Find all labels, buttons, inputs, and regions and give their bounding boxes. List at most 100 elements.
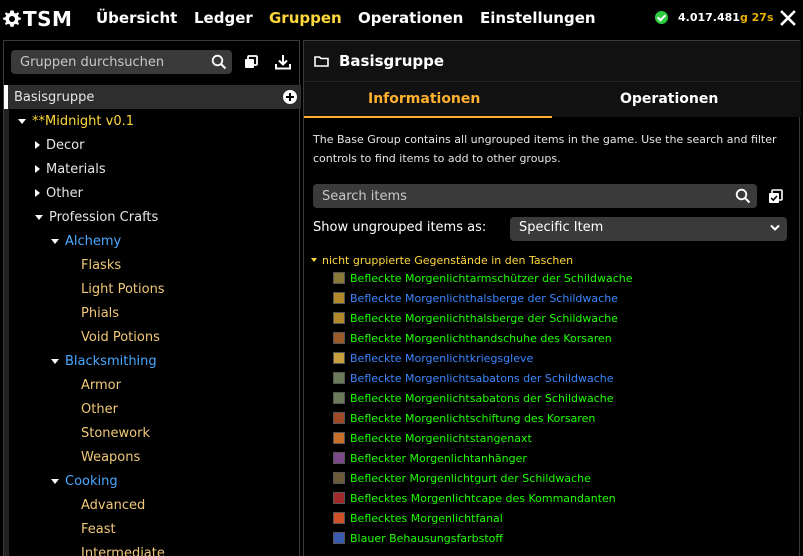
tree-row[interactable]: Intermediate <box>4 541 301 556</box>
tree-rail <box>4 493 9 517</box>
search-icon[interactable] <box>211 54 227 70</box>
item-row[interactable]: Befleckte Morgenlichtsabatons der Schild… <box>333 389 614 407</box>
tree-row[interactable]: Decor <box>4 133 301 157</box>
item-row[interactable]: Befleckte Morgenlichtstangenaxt <box>333 429 532 447</box>
group-search-box[interactable] <box>11 50 232 74</box>
close-icon[interactable] <box>780 9 796 27</box>
item-name: Befleckte Morgenlichtkriegsgleve <box>350 351 534 365</box>
tree-label: Materials <box>46 161 106 177</box>
logo-text: TSM <box>23 7 73 31</box>
check-circle-icon <box>655 11 668 24</box>
item-search-box[interactable] <box>313 184 757 208</box>
item-name: Befleckte Morgenlichtarmschützer der Sch… <box>350 271 633 285</box>
item-row[interactable]: Beflecktes Morgenlichtfanal <box>333 509 503 527</box>
tree-row[interactable]: Profession Crafts <box>4 205 301 229</box>
search-icon[interactable] <box>735 188 751 204</box>
ungrouped-items-header[interactable]: nicht gruppierte Gegenstände in den Tasc… <box>311 253 573 267</box>
copy-icon[interactable] <box>242 53 260 71</box>
add-group-icon[interactable] <box>283 90 297 104</box>
nav-ledger[interactable]: Ledger <box>194 9 253 27</box>
tree-row[interactable]: Materials <box>4 157 301 181</box>
selection-indicator <box>4 85 8 109</box>
tree-row[interactable]: Alchemy <box>4 229 301 253</box>
caret-down-icon[interactable] <box>51 358 59 364</box>
item-row[interactable]: Befleckte Morgenlichtsabatons der Schild… <box>333 369 614 387</box>
tree-label: Other <box>46 185 83 201</box>
item-name: Befleckte Morgenlichthalsberge der Schil… <box>350 311 618 325</box>
item-row[interactable]: Befleckter Morgenlichtanhänger <box>333 449 527 467</box>
nav-operationen[interactable]: Operationen <box>358 9 463 27</box>
nav-ubersicht[interactable]: Übersicht <box>96 9 177 27</box>
caret-down-icon[interactable] <box>51 238 59 244</box>
tree-row[interactable]: Flasks <box>4 253 301 277</box>
dropdown-value: Specific Item <box>519 220 604 235</box>
tree-row[interactable]: **Midnight v0.1 <box>4 109 301 133</box>
item-icon <box>333 512 345 524</box>
caret-down-icon <box>311 258 317 262</box>
active-tab-indicator <box>304 116 552 118</box>
tree-row[interactable]: Light Potions <box>4 277 301 301</box>
tree-label: Intermediate <box>81 545 165 556</box>
tree-rail <box>4 469 9 493</box>
tree-rail <box>4 349 9 373</box>
tree-rail <box>4 229 9 253</box>
gold-suffix: g 27s <box>739 11 774 24</box>
tree-row[interactable]: Weapons <box>4 445 301 469</box>
nav-gruppen[interactable]: Gruppen <box>269 9 342 27</box>
chevron-down-icon <box>770 224 780 231</box>
tree-row[interactable]: Feast <box>4 517 301 541</box>
item-icon <box>333 312 345 324</box>
caret-right-icon[interactable] <box>35 165 40 173</box>
tree-row[interactable]: Phials <box>4 301 301 325</box>
tree-row[interactable]: Stonework <box>4 421 301 445</box>
tree-row[interactable]: Void Potions <box>4 325 301 349</box>
item-row[interactable]: Befleckte Morgenlichthalsberge der Schil… <box>333 289 618 307</box>
tree-label: Light Potions <box>81 281 165 297</box>
item-name: Befleckter Morgenlichtanhänger <box>350 451 527 465</box>
item-row[interactable]: Befleckter Morgenlichtgurt der Schildwac… <box>333 469 591 487</box>
tab-informationen[interactable]: Informationen <box>368 91 480 107</box>
nav-einstellungen[interactable]: Einstellungen <box>480 9 596 27</box>
select-all-icon[interactable] <box>768 189 783 204</box>
tree-row[interactable]: Other <box>4 181 301 205</box>
tree-rail <box>4 541 9 556</box>
caret-right-icon[interactable] <box>35 189 40 197</box>
tree-rail <box>4 517 9 541</box>
tab-operationen[interactable]: Operationen <box>620 91 718 107</box>
tree-row[interactable]: Advanced <box>4 493 301 517</box>
item-icon <box>333 452 345 464</box>
caret-down-icon[interactable] <box>35 214 43 220</box>
tree-row[interactable]: Armor <box>4 373 301 397</box>
tree-rail <box>4 133 9 157</box>
item-row[interactable]: Befleckte Morgenlichtkriegsgleve <box>333 349 533 367</box>
caret-down-icon[interactable] <box>51 478 59 484</box>
item-icon <box>333 272 345 284</box>
tree-label: Armor <box>81 377 121 393</box>
tree-rail <box>4 421 9 445</box>
tree-row[interactable]: Basisgruppe <box>4 85 301 109</box>
item-icon <box>333 432 345 444</box>
item-row[interactable]: Befleckte Morgenlichtschiftung des Korsa… <box>333 409 595 427</box>
group-header: Basisgruppe <box>304 41 801 81</box>
caret-right-icon[interactable] <box>35 141 40 149</box>
tree-label: **Midnight v0.1 <box>32 113 135 129</box>
caret-down-icon[interactable] <box>18 118 26 124</box>
tree-rail <box>4 445 9 469</box>
item-row[interactable]: Befleckte Morgenlichthalsberge der Schil… <box>333 309 618 327</box>
folder-icon <box>314 56 329 67</box>
item-row[interactable]: Befleckte Morgenlichtarmschützer der Sch… <box>333 269 633 287</box>
ungrouped-mode-dropdown[interactable]: Specific Item <box>510 217 787 241</box>
item-icon <box>333 352 345 364</box>
item-row[interactable]: Beflecktes Morgenlichtcape des Kommandan… <box>333 489 616 507</box>
item-search-input[interactable] <box>313 184 731 208</box>
tree-row[interactable]: Blacksmithing <box>4 349 301 373</box>
item-row[interactable]: Befleckte Morgenlichthandschuhe des Kors… <box>333 329 612 347</box>
tree-row[interactable]: Other <box>4 397 301 421</box>
item-row[interactable]: Blauer Behausungsfarbstoff <box>333 529 503 547</box>
tree-row[interactable]: Cooking <box>4 469 301 493</box>
group-search-input[interactable] <box>11 50 206 74</box>
import-icon[interactable] <box>274 53 292 71</box>
tree-rail <box>4 109 9 133</box>
gold-amount: 4.017.481 <box>678 11 740 24</box>
top-navigation-bar: TSM Übersicht Ledger Gruppen Operationen… <box>0 0 803 38</box>
